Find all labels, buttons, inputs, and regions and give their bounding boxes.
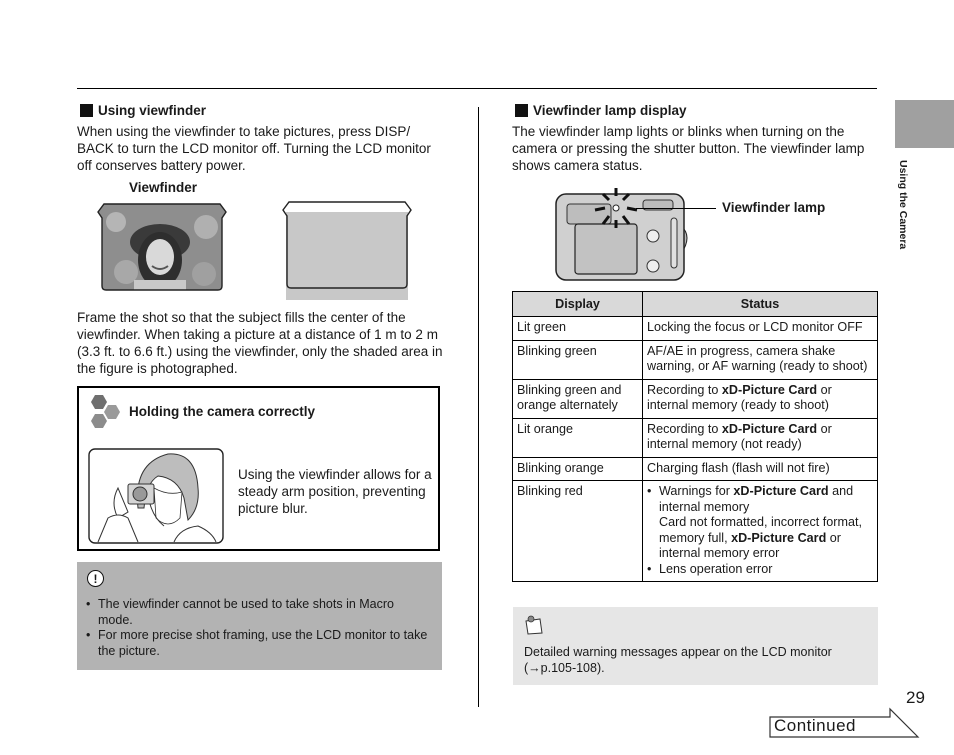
tip-title: Holding the camera correctly (129, 404, 316, 419)
viewfinder-lamp-dot (612, 204, 620, 212)
square-bullet-icon (515, 104, 528, 117)
column-divider (478, 107, 479, 707)
caution-bullet: • The viewfinder cannot be used to take s… (86, 597, 394, 627)
hexagon-cluster-icon (91, 395, 120, 428)
section-title: Viewfinder lamp display (533, 103, 687, 118)
viewfinder-label: Viewfinder (129, 180, 198, 195)
intro-paragraph: When using the viewfinder to take pictur… (77, 124, 431, 173)
table-row: Blinking green and orange alternately Re… (512, 378, 878, 419)
caution-bullet: • For more precise shot framing, use the … (86, 628, 428, 658)
table-header-row: Display Status (512, 291, 878, 317)
viewfinder-lamp-label: Viewfinder lamp (722, 200, 826, 215)
person-holding-camera-illustration (88, 448, 224, 544)
status-bullet: • Lens operation error (647, 561, 773, 576)
table-row: Lit orange Recording to xD-Picture Card … (512, 417, 878, 458)
shaded-photographed-area (286, 212, 408, 300)
section-title: Using viewfinder (98, 103, 207, 118)
continued-label: Continued (774, 716, 857, 735)
column-header-status: Status (642, 291, 878, 317)
square-bullet-icon (80, 104, 93, 117)
table-row: Blinking green AF/AE in progress, camera… (512, 339, 878, 380)
lamp-status-table: Display Status Lit green Locking the foc… (512, 291, 878, 582)
section-heading-using-viewfinder: Using viewfinder (80, 103, 206, 118)
viewfinder-photo-frame (97, 203, 227, 291)
section-heading-viewfinder-lamp: Viewfinder lamp display (515, 103, 687, 118)
frame-paragraph: Frame the shot so that the subject fills… (77, 310, 443, 376)
chapter-tab-label: Using the Camera (897, 160, 909, 250)
status-bullet: • Warnings for xD-Picture Card and inter… (647, 484, 862, 560)
exclamation-circle-icon: ! (87, 570, 104, 587)
note-text: Detailed warning messages appear on the … (524, 645, 832, 675)
viewfinder-shaded-area-frame (282, 201, 412, 300)
tip-text: Using the viewfinder allows for a steady… (238, 467, 432, 516)
camera-back-illustration (555, 188, 688, 281)
table-row: Blinking orange Charging flash (flash wi… (512, 456, 878, 481)
chapter-tab (895, 100, 954, 148)
lamp-intro-paragraph: The viewfinder lamp lights or blinks whe… (512, 124, 865, 173)
table-row: Lit green Locking the focus or LCD monit… (512, 316, 878, 341)
memo-pin-icon (525, 615, 543, 635)
page-number: 29 (906, 688, 925, 707)
lamp-leader-line (636, 208, 716, 209)
top-rule (77, 88, 877, 89)
column-header-display: Display (512, 291, 643, 317)
table-row: Blinking red • Warnings for xD-Picture C… (512, 480, 878, 582)
caution-bullet-list: • The viewfinder cannot be used to take s… (86, 597, 432, 659)
